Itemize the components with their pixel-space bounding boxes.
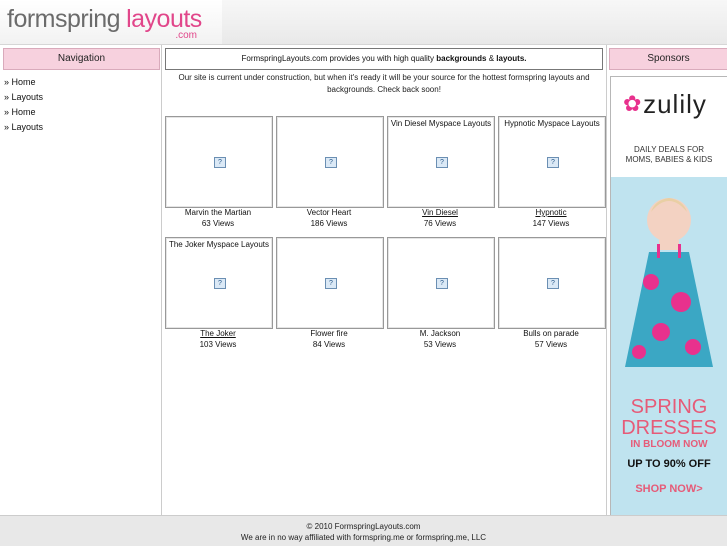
navigation-list: » Home » Layouts » Home » Layouts [4,75,43,135]
logo-wordmark: formspring layouts [7,4,202,34]
sponsors-heading: Sponsors [609,48,727,70]
nav-item-layouts-2: » Layouts [4,120,43,135]
layout-caption: Vin Diesel 76 Views [386,207,494,229]
layout-thumbnail[interactable]: ? [276,237,384,329]
layout-thumbnail-title: The Joker Myspace Layouts [168,240,270,249]
footer-copyright: © 2010 FormspringLayouts.com [306,522,421,531]
layout-caption: Flower fire 84 Views [275,328,383,350]
site-header: formspring layouts .com [0,0,727,45]
footer-disclaimer: We are in no way affiliated with formspr… [240,533,487,542]
layout-views: 186 Views [310,219,348,228]
layout-views: 84 Views [312,340,346,349]
broken-image-icon: ? [547,278,559,289]
layout-thumbnail-title: Vin Diesel Myspace Layouts [390,119,492,128]
nav-item-home: » Home [4,75,43,90]
layout-name[interactable]: Marvin the Martian [164,207,272,218]
banner-backgrounds: backgrounds [436,54,487,63]
layout-thumbnail[interactable]: ? [165,116,273,208]
nav-link-home[interactable]: » Home [4,77,36,87]
sponsors-sidebar: Sponsors ✿ zulily DAILY DEALS FOR MOMS, … [606,45,727,516]
layout-caption: Marvin the Martian 63 Views [164,207,272,229]
ad-tagline-2: MOMS, BABIES & KIDS [625,155,713,164]
layout-thumbnail[interactable]: Vin Diesel Myspace Layouts ? [387,116,495,208]
layout-name-link[interactable]: Hypnotic [497,207,605,218]
layout-thumbnail[interactable]: ? [276,116,384,208]
layout-name[interactable]: Vector Heart [275,207,383,218]
logo-layouts-text: layouts [126,5,202,33]
broken-image-icon: ? [325,157,337,168]
broken-image-icon: ? [325,278,337,289]
layout-caption: Vector Heart 186 Views [275,207,383,229]
layout-views: 57 Views [534,340,568,349]
layout-caption: M. Jackson 53 Views [386,328,494,350]
layout-name[interactable]: M. Jackson [386,328,494,339]
intro-banner: FormspringLayouts.com provides you with … [165,48,603,70]
broken-image-icon: ? [436,157,448,168]
ad-headline-2: DRESSES [621,417,717,439]
layout-caption: Hypnotic 147 Views [497,207,605,229]
broken-image-icon: ? [436,278,448,289]
navigation-heading: Navigation [3,48,160,70]
layout-views: 103 Views [199,340,237,349]
broken-image-icon: ? [214,157,226,168]
layout-views: 76 Views [423,219,457,228]
site-logo[interactable]: formspring layouts .com [7,4,202,42]
layout-name-link[interactable]: Vin Diesel [386,207,494,218]
banner-layouts: layouts. [496,54,527,63]
ad-shop-now-link[interactable]: SHOP NOW> [611,483,727,495]
layout-thumbnail[interactable]: The Joker Myspace Layouts ? [165,237,273,329]
layout-name[interactable]: Flower fire [275,328,383,339]
nav-link-layouts[interactable]: » Layouts [4,92,43,102]
ad-brand: zulily [643,89,707,119]
layout-thumbnail-title: Hypnotic Myspace Layouts [504,119,600,128]
ad-tagline-1: DAILY DEALS FOR [634,145,704,154]
sponsor-ad[interactable]: ✿ zulily DAILY DEALS FOR MOMS, BABIES & … [610,76,727,516]
layout-caption: The Joker 103 Views [164,328,272,350]
ad-subheadline: IN BLOOM NOW [630,439,708,450]
layout-caption: Bulls on parade 57 Views [497,328,605,350]
layout-views: 53 Views [423,340,457,349]
nav-link-home-2[interactable]: » Home [4,107,36,117]
layout-thumbnail[interactable]: ? [498,237,606,329]
nav-item-home-2: » Home [4,105,43,120]
nav-link-layouts-2[interactable]: » Layouts [4,122,43,132]
layout-views: 147 Views [532,219,570,228]
site-footer: © 2010 FormspringLayouts.com We are in n… [0,515,727,546]
ad-child-photo [625,198,713,367]
header-bar [222,0,727,44]
broken-image-icon: ? [214,278,226,289]
banner-text: FormspringLayouts.com provides you with … [241,54,437,63]
layout-thumbnail[interactable]: Hypnotic Myspace Layouts ? [498,116,606,208]
broken-image-icon: ? [547,157,559,168]
layout-name-link[interactable]: The Joker [164,328,272,339]
layout-thumbnail[interactable]: ? [387,237,495,329]
logo-form-text: formspring [7,5,121,33]
navigation-sidebar: Navigation » Home » Layouts » Home » Lay… [0,45,162,515]
layout-name[interactable]: Bulls on parade [497,328,605,339]
intro-text: Our site is current under construction, … [178,73,590,94]
main-content: FormspringLayouts.com provides you with … [162,45,606,515]
nav-item-layouts: » Layouts [4,90,43,105]
ad-headline-1: SPRING [630,396,708,418]
banner-amp: & [486,54,497,63]
logo-com-text: .com [175,30,197,41]
ad-offer: UP TO 90% OFF [627,458,711,470]
layout-views: 63 Views [201,219,235,228]
